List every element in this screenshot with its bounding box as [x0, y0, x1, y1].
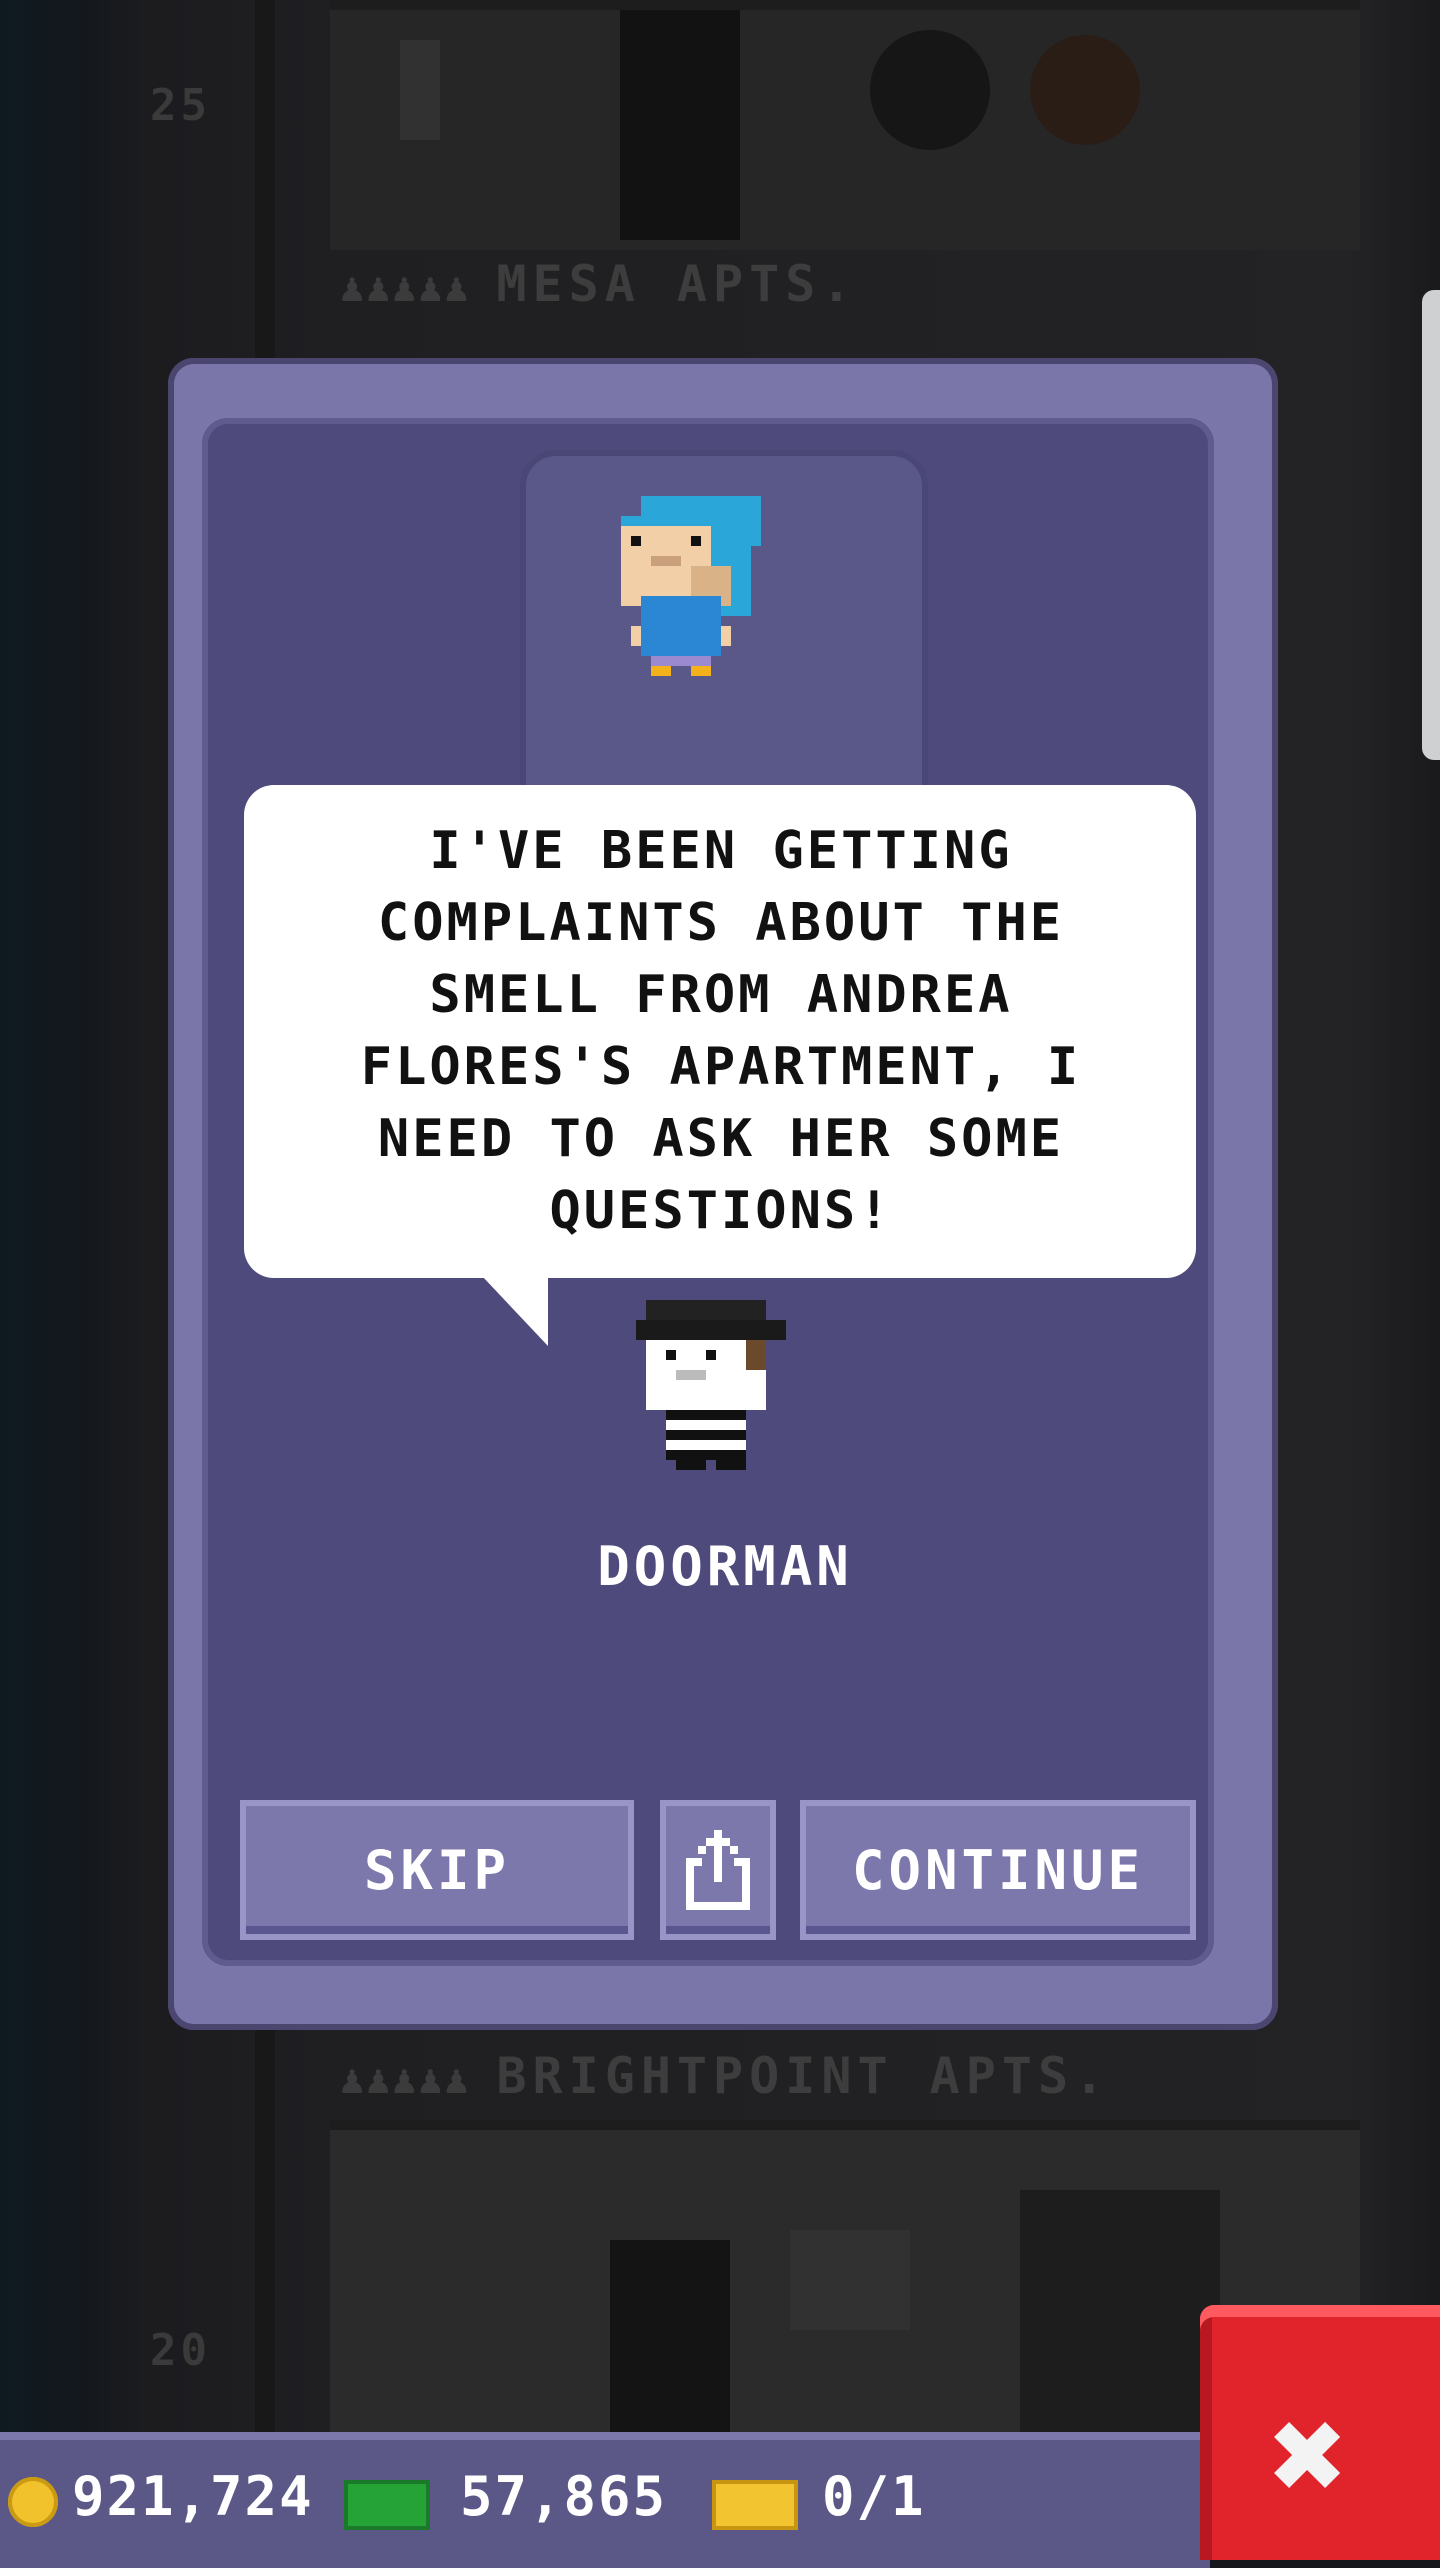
skip-button[interactable]: SKIP [240, 1800, 634, 1940]
ticket-icon [712, 2480, 798, 2530]
tower-label-mesa: ♟♟♟♟♟ MESA APTS. [340, 255, 857, 313]
continue-button-label: CONTINUE [851, 1838, 1145, 1902]
share-icon [686, 1830, 750, 1910]
residents-icon: ♟♟♟♟♟ [340, 2057, 471, 2103]
speaker-name: DOORMAN [597, 1535, 853, 1598]
tower-name: BRIGHTPOINT APTS. [496, 2047, 1111, 2105]
close-button[interactable]: ✖ [1200, 2305, 1440, 2560]
bux-icon [344, 2480, 430, 2530]
doorman-icon [636, 1300, 786, 1470]
tickets-count: 0/1 [822, 2465, 926, 2528]
speech-bubble-tail [482, 1276, 548, 1346]
residents-icon: ♟♟♟♟♟ [340, 265, 471, 311]
bux-count: 57,865 [460, 2465, 668, 2528]
skip-button-label: SKIP [363, 1838, 511, 1902]
side-scroll-tab[interactable] [1422, 290, 1440, 760]
continue-button[interactable]: CONTINUE [800, 1800, 1196, 1940]
tower-label-brightpoint: ♟♟♟♟♟ BRIGHTPOINT APTS. [340, 2047, 1110, 2105]
tower-name: MESA APTS. [496, 255, 858, 313]
floor-25 [330, 0, 1360, 250]
close-icon: ✖ [1270, 2379, 1349, 2531]
character-portrait-frame [520, 450, 928, 796]
share-button[interactable] [660, 1800, 776, 1940]
coin-icon [8, 2477, 58, 2527]
dialog-message: I'VE BEEN GETTING COMPLAINTS ABOUT THE S… [360, 821, 1082, 1241]
floor-number-20: 20 [150, 2325, 211, 2376]
floor-number-25: 25 [150, 80, 211, 131]
coins-count: 921,724 [72, 2465, 314, 2528]
blue-hair-character-icon [621, 496, 761, 676]
